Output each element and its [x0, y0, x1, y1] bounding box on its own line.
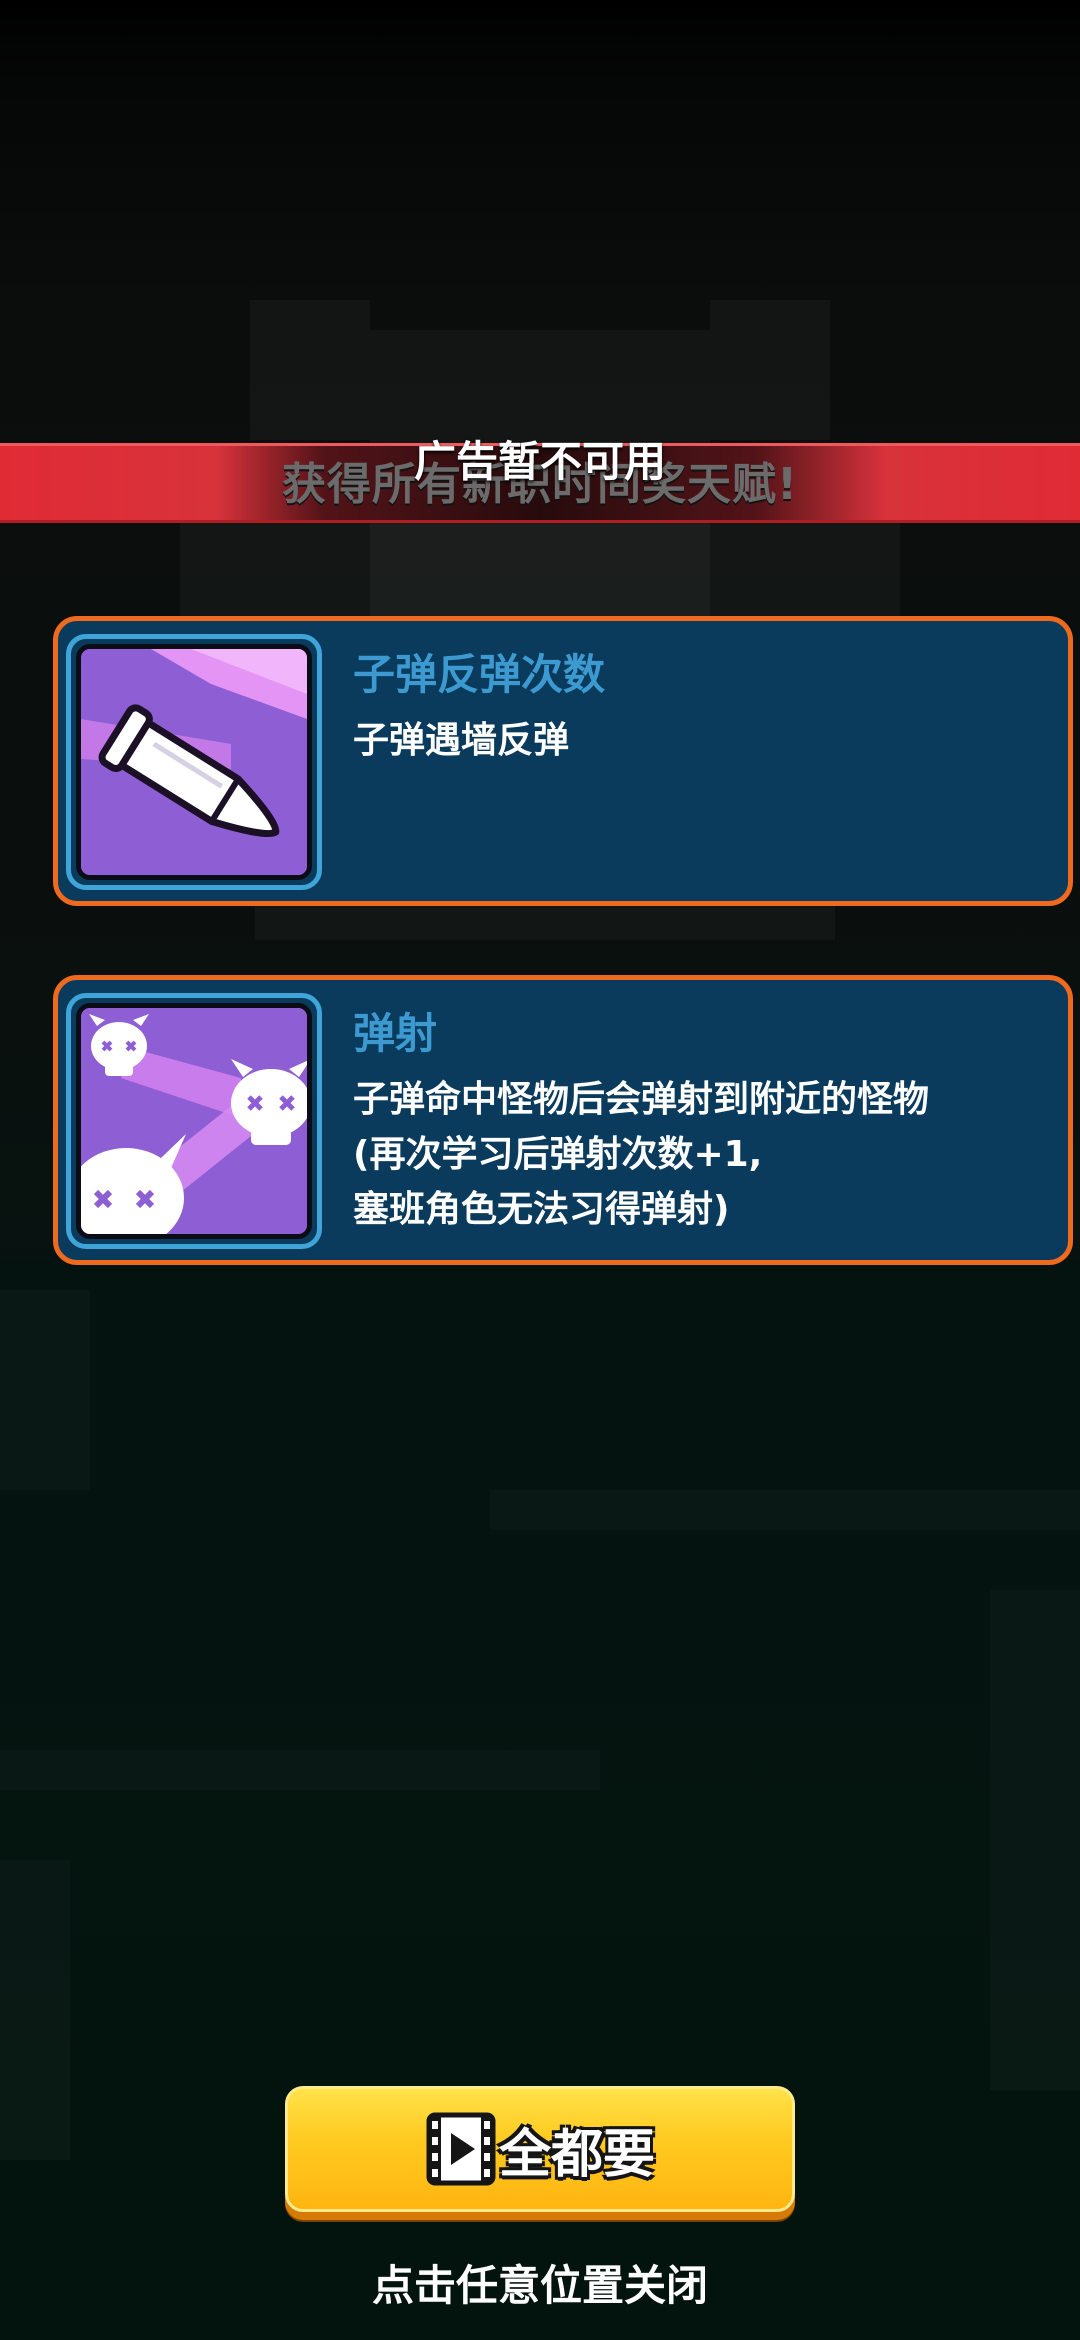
take-all-button[interactable]: 全都要 — [285, 2086, 795, 2212]
talent-icon-frame — [66, 993, 322, 1249]
talent-description: 子弹命中怪物后会弹射到附近的怪物 (再次学习后弹射次数+1, 塞班角色无法习得弹… — [353, 1072, 1053, 1237]
talent-description-line: (再次学习后弹射次数+1, — [353, 1134, 763, 1175]
talent-description-line: 塞班角色无法习得弹射) — [353, 1189, 730, 1230]
talent-description: 子弹遇墙反弹 — [353, 713, 1053, 768]
bullet-bounce-icon — [76, 644, 312, 880]
take-all-label: 全都要 — [498, 2124, 655, 2185]
talent-icon-frame — [66, 634, 322, 890]
talent-description-line: 子弹遇墙反弹 — [353, 720, 570, 761]
talent-title: 弹射 — [353, 1009, 438, 1058]
talent-card-bullet-bounce[interactable]: 子弹反弹次数 子弹遇墙反弹 — [53, 616, 1073, 906]
tap-to-close-hint[interactable]: 点击任意位置关闭 — [0, 2252, 1080, 2313]
talent-title: 子弹反弹次数 — [353, 650, 606, 699]
banner-title: 广告暂不可用 — [413, 437, 666, 486]
talent-description-line: 子弹命中怪物后会弹射到附近的怪物 — [353, 1079, 930, 1120]
video-ad-icon — [426, 2112, 496, 2186]
skull-ricochet-icon — [76, 1003, 312, 1239]
talent-card-ricochet[interactable]: 弹射 子弹命中怪物后会弹射到附近的怪物 (再次学习后弹射次数+1, 塞班角色无法… — [53, 975, 1073, 1265]
